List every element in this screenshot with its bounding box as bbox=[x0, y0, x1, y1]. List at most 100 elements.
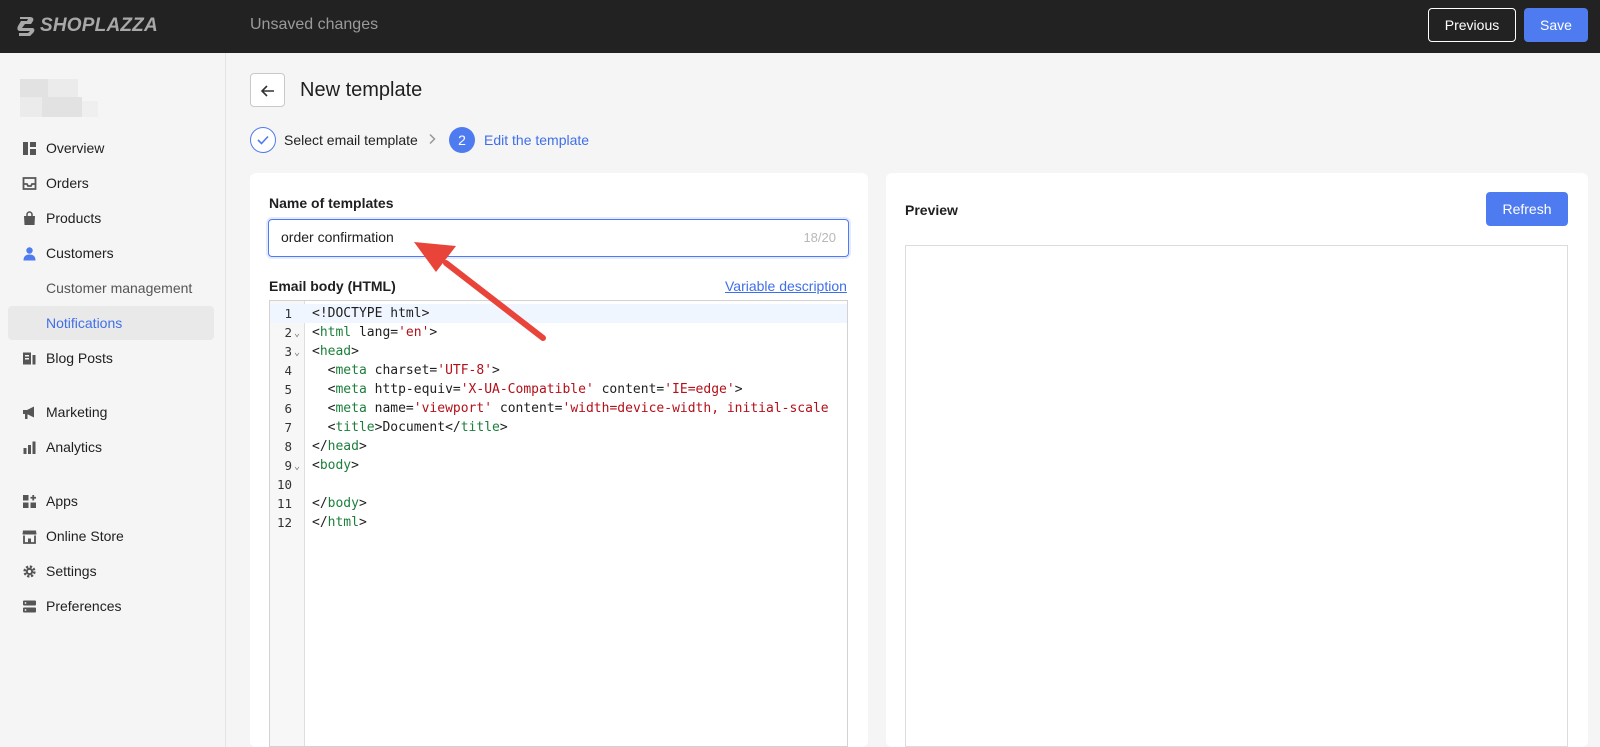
fold-chevron-icon[interactable]: ⌄ bbox=[294, 457, 300, 476]
character-count: 18/20 bbox=[803, 230, 836, 245]
code-line[interactable]: 3 ⌄ <head> bbox=[270, 342, 847, 361]
code-token: meta bbox=[335, 401, 367, 416]
refresh-button[interactable]: Refresh bbox=[1486, 192, 1568, 226]
line-number: 2 bbox=[284, 325, 292, 340]
sidebar-item-customer-management[interactable]: Customer management bbox=[8, 271, 214, 305]
code-token: name= bbox=[366, 401, 414, 416]
code-line[interactable]: 10 bbox=[270, 475, 847, 494]
code-text: <meta name='viewport' content='width=dev… bbox=[312, 399, 829, 418]
sidebar-item-label: Settings bbox=[46, 563, 97, 579]
line-number: 4 bbox=[284, 363, 292, 378]
sidebar-item-label: Marketing bbox=[46, 404, 108, 420]
code-token: body bbox=[327, 496, 359, 511]
fold-chevron-icon[interactable]: ⌄ bbox=[294, 324, 300, 343]
sidebar-item-analytics[interactable]: Analytics bbox=[8, 430, 214, 464]
sidebar-item-marketing[interactable]: Marketing bbox=[8, 395, 214, 429]
sidebar-item-customers[interactable]: Customers bbox=[8, 236, 214, 270]
template-name-label: Name of templates bbox=[269, 195, 394, 211]
back-button[interactable] bbox=[250, 73, 285, 107]
sidebar-item-products[interactable]: Products bbox=[8, 201, 214, 235]
code-token: >Document</ bbox=[374, 420, 461, 435]
megaphone-icon bbox=[23, 406, 34, 419]
line-number: 3 bbox=[284, 344, 292, 359]
line-number: 5 bbox=[284, 382, 292, 397]
code-line[interactable]: 9 ⌄ <body> bbox=[270, 456, 847, 475]
sidebar-item-label: Customer management bbox=[46, 280, 193, 296]
sidebar-item-label: Notifications bbox=[46, 315, 123, 331]
code-token: 'X-UA-Compatible' bbox=[460, 382, 594, 397]
sidebar-item-overview[interactable]: Overview bbox=[8, 131, 214, 165]
code-token: lang= bbox=[351, 325, 399, 340]
line-number: 12 bbox=[276, 515, 292, 530]
sidebar-item-label: Blog Posts bbox=[46, 350, 113, 366]
apps-icon bbox=[23, 495, 36, 508]
sidebar-item-label: Customers bbox=[46, 245, 114, 261]
code-text: <meta charset='UTF-8'> bbox=[312, 361, 500, 380]
code-token: 'viewport' bbox=[413, 401, 493, 416]
variable-description-link[interactable]: Variable description bbox=[725, 278, 847, 294]
preview-label: Preview bbox=[905, 202, 958, 218]
html-code-editor[interactable]: 1 <!DOCTYPE html> 2 ⌄ <html lang='en'> 3 ⌄ <hea… bbox=[269, 300, 848, 747]
code-line[interactable]: 6 <meta name='viewport' content='width=d… bbox=[270, 399, 847, 418]
code-token: </ bbox=[312, 496, 328, 511]
line-number: 8 bbox=[284, 439, 292, 454]
code-text: <html lang='en'> bbox=[312, 323, 437, 342]
line-number: 7 bbox=[284, 420, 292, 435]
previous-button[interactable]: Previous bbox=[1428, 8, 1516, 42]
code-line[interactable]: 1 <!DOCTYPE html> bbox=[270, 304, 847, 323]
code-token: </ bbox=[312, 439, 328, 454]
code-line[interactable]: 7 <title>Document</title> bbox=[270, 418, 847, 437]
sidebar-item-label: Online Store bbox=[46, 528, 124, 544]
chevron-right-icon bbox=[429, 133, 436, 145]
code-line[interactable]: 8 </head> bbox=[270, 437, 847, 456]
code-text: <head> bbox=[312, 342, 359, 361]
inbox-icon bbox=[22, 177, 37, 190]
store-icon bbox=[22, 530, 37, 544]
arrow-left-icon bbox=[260, 85, 274, 97]
shoplazza-logo: SHOPLAZZA bbox=[16, 14, 158, 38]
code-token: title bbox=[460, 420, 500, 435]
code-line[interactable]: 4 <meta charset='UTF-8'> bbox=[270, 361, 847, 380]
code-line[interactable]: 12 </html> bbox=[270, 513, 847, 532]
code-line[interactable]: 2 ⌄ <html lang='en'> bbox=[270, 323, 847, 342]
code-token: < bbox=[312, 401, 336, 416]
preferences-icon bbox=[23, 600, 36, 613]
sidebar-item-preferences[interactable]: Preferences bbox=[8, 589, 214, 623]
sidebar-item-orders[interactable]: Orders bbox=[8, 166, 214, 200]
code-token: > bbox=[351, 344, 359, 359]
line-number: 10 bbox=[276, 477, 292, 492]
code-text: <body> bbox=[312, 456, 359, 475]
line-number: 11 bbox=[276, 496, 292, 511]
code-token: 'en' bbox=[398, 325, 430, 340]
code-token: charset= bbox=[366, 363, 438, 378]
sidebar-item-blog-posts[interactable]: Blog Posts bbox=[8, 341, 214, 375]
code-token: head bbox=[327, 439, 359, 454]
store-avatar[interactable] bbox=[18, 77, 98, 117]
code-text: <!DOCTYPE html> bbox=[312, 304, 429, 323]
code-line[interactable]: 11 </body> bbox=[270, 494, 847, 513]
line-number: 6 bbox=[284, 401, 292, 416]
template-name-field[interactable]: 18/20 bbox=[268, 219, 849, 257]
code-token: < bbox=[312, 420, 336, 435]
top-bar: SHOPLAZZA Unsaved changes Previous Save bbox=[0, 0, 1600, 53]
blog-icon bbox=[23, 352, 36, 365]
template-name-input[interactable] bbox=[281, 229, 761, 245]
code-token: meta bbox=[335, 382, 367, 397]
step-1-label[interactable]: Select email template bbox=[284, 132, 418, 148]
sidebar-item-apps[interactable]: Apps bbox=[8, 484, 214, 518]
code-token: 'UTF-8' bbox=[437, 363, 493, 378]
code-text: <meta http-equiv='X-UA-Compatible' conte… bbox=[312, 380, 743, 399]
sidebar-item-online-store[interactable]: Online Store bbox=[8, 519, 214, 553]
fold-chevron-icon[interactable]: ⌄ bbox=[294, 343, 300, 362]
brand-name: SHOPLAZZA bbox=[40, 15, 158, 36]
sidebar-item-label: Orders bbox=[46, 175, 89, 191]
save-button[interactable]: Save bbox=[1524, 8, 1588, 42]
code-text: </head> bbox=[312, 437, 367, 456]
sidebar-item-settings[interactable]: Settings bbox=[8, 554, 214, 588]
code-line[interactable]: 5 <meta http-equiv='X-UA-Compatible' con… bbox=[270, 380, 847, 399]
sidebar-item-notifications[interactable]: Notifications bbox=[8, 306, 214, 340]
code-token: < bbox=[312, 363, 336, 378]
step-1-complete-indicator bbox=[250, 127, 276, 153]
sidebar: Overview Orders Products Customers Custo… bbox=[0, 53, 226, 747]
code-token: head bbox=[319, 344, 352, 359]
